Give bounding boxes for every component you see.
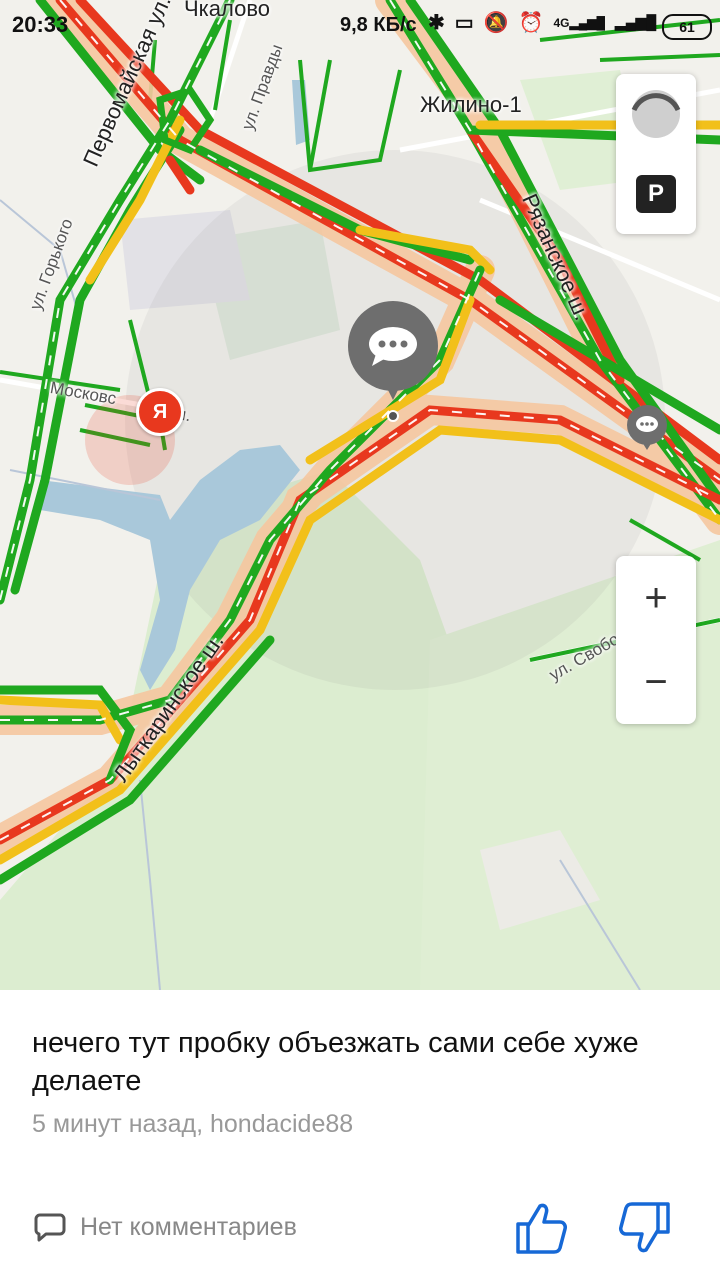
comments-link[interactable]: Нет комментариев	[34, 1212, 297, 1242]
alarm-icon: ⏰	[518, 12, 544, 34]
selected-comment-pin[interactable]	[346, 300, 440, 424]
zoom-in-icon: +	[644, 576, 668, 620]
map-view[interactable]: 20:33 9,8 КБ/с ✱ ▭ 🔕 ⏰ 4G▂▄▆█ ▂▄▆█ 61 Чк…	[0, 0, 720, 990]
map-label-chkalovo: Чкалово	[184, 0, 271, 21]
comment-text: нечего тут пробку объезжать сами себе ху…	[32, 1027, 639, 1097]
traffic-toggle-button[interactable]	[616, 74, 696, 154]
status-time: 20:33	[12, 12, 69, 37]
battery-level: 61	[679, 19, 695, 35]
signal-label: 4G	[553, 15, 570, 30]
parking-label: P	[647, 180, 664, 207]
comments-label: Нет комментариев	[80, 1212, 297, 1241]
zoom-out-button[interactable]: −	[616, 640, 696, 724]
zoom-controls: + −	[616, 556, 696, 724]
mute-bell-icon: 🔕	[483, 12, 509, 34]
parking-icon: P	[636, 175, 676, 213]
thumbs-up-icon	[516, 1203, 567, 1254]
zoom-in-button[interactable]: +	[616, 556, 696, 640]
map-label-zhilino: Жилино-1	[420, 92, 522, 117]
status-icons: ✱ ▭ 🔕 ⏰ 4G▂▄▆█ ▂▄▆█	[428, 10, 656, 35]
small-speech-bubble-icon	[627, 405, 667, 450]
comment-panel: нечего тут пробку объезжать сами себе ху…	[0, 990, 720, 1280]
comment-icon	[34, 1213, 66, 1242]
status-bar: 20:33 9,8 КБ/с ✱ ▭ 🔕 ⏰ 4G▂▄▆█ ▂▄▆█ 61	[0, 0, 720, 50]
signal-4g-icon: 4G▂▄▆█	[553, 15, 605, 30]
dislike-button[interactable]	[618, 1200, 674, 1256]
signal-icon: ▂▄▆█	[614, 14, 657, 30]
map-layers-panel: P	[616, 74, 696, 234]
comment-meta: 5 минут назад, hondacide88	[32, 1110, 354, 1138]
battery-indicator: 61	[662, 14, 712, 40]
traffic-light-icon	[631, 90, 681, 138]
yandex-location-marker[interactable]: Я	[136, 388, 184, 436]
thumbs-down-icon	[619, 1202, 670, 1253]
zoom-out-icon: −	[644, 660, 668, 704]
comment-pin[interactable]	[626, 404, 668, 452]
yandex-marker-label: Я	[152, 400, 168, 423]
speech-bubble-icon	[348, 301, 438, 422]
vibrate-icon: ▭	[454, 12, 474, 34]
like-button[interactable]	[512, 1200, 568, 1256]
parking-button[interactable]: P	[616, 154, 696, 234]
bluetooth-icon: ✱	[428, 12, 445, 34]
network-speed: 9,8 КБ/с	[340, 14, 417, 36]
